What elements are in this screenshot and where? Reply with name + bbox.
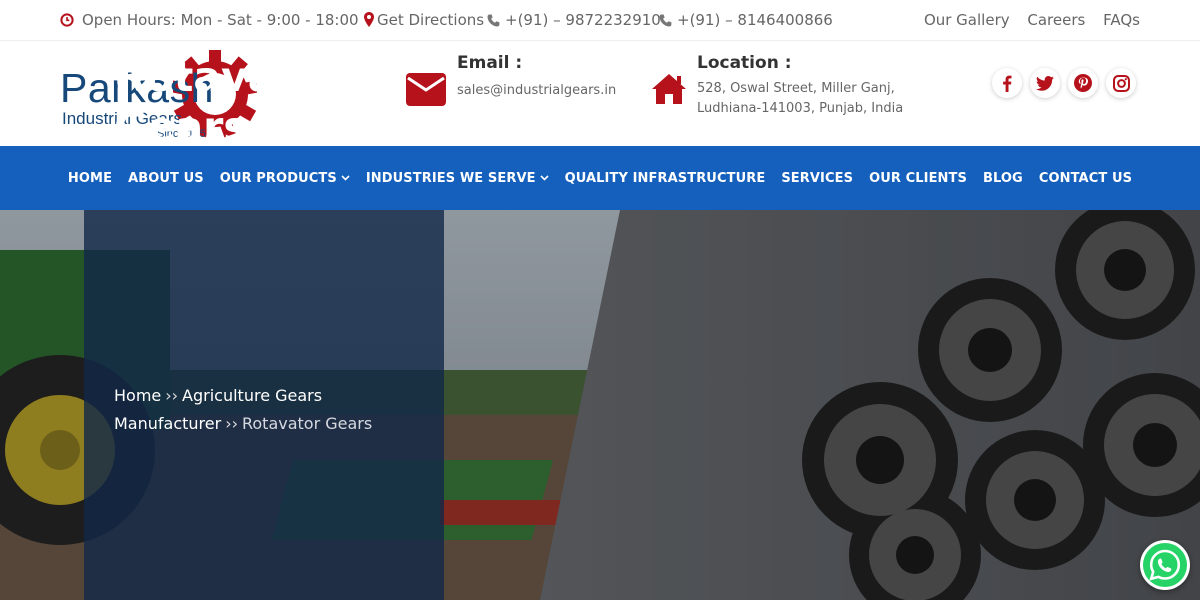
clock-icon bbox=[60, 13, 74, 31]
phone-link-2[interactable]: +(91) – 8146400866 bbox=[659, 11, 833, 31]
pinterest-icon bbox=[1074, 74, 1092, 92]
pinterest-button[interactable] bbox=[1068, 68, 1098, 98]
nav-our-products[interactable]: OUR PRODUCTS bbox=[212, 170, 358, 186]
nav-industries-we-serve[interactable]: INDUSTRIES WE SERVE bbox=[358, 170, 557, 186]
get-directions-label: Get Directions bbox=[377, 11, 485, 29]
nav-home[interactable]: HOME bbox=[60, 171, 120, 186]
address-line-1: 528, Oswal Street, Miller Ganj, bbox=[697, 81, 895, 96]
whatsapp-icon bbox=[1143, 543, 1187, 587]
nav-industries-label: INDUSTRIES WE SERVE bbox=[365, 171, 536, 186]
nav-services-label: SERVICES bbox=[781, 170, 854, 186]
breadcrumb-current: Rotavator Gears bbox=[241, 414, 373, 433]
top-links: Our Gallery Careers FAQs bbox=[911, 11, 1140, 29]
breadcrumb: Home ›› Agriculture Gears Manufacturer ›› Ro… bbox=[114, 382, 434, 438]
page-title: Rotavator Gears bbox=[114, 53, 344, 151]
careers-link[interactable]: Careers bbox=[1027, 11, 1085, 29]
twitter-button[interactable] bbox=[1030, 68, 1060, 98]
nav-our-clients-label: OUR CLIENTS bbox=[869, 170, 967, 186]
nav-our-clients[interactable]: OUR CLIENTS bbox=[861, 171, 975, 186]
nav-blog[interactable]: BLOG bbox=[975, 171, 1031, 186]
nav-quality-label: QUALITY INFRASTRUCTURE bbox=[564, 170, 766, 186]
nav-blog-label: BLOG bbox=[982, 170, 1023, 186]
gallery-link[interactable]: Our Gallery bbox=[924, 11, 1010, 29]
nav-contact-us-label: CONTACT US bbox=[1038, 170, 1133, 186]
facebook-icon bbox=[1003, 75, 1012, 92]
nav-our-products-label: OUR PRODUCTS bbox=[219, 171, 337, 186]
phone-1-text: +(91) – 9872232910 bbox=[505, 11, 661, 29]
phone-icon bbox=[487, 13, 500, 31]
phone-2-text: +(91) – 8146400866 bbox=[677, 11, 833, 29]
whatsapp-button[interactable] bbox=[1140, 540, 1190, 590]
nav-services[interactable]: SERVICES bbox=[773, 171, 861, 186]
email-title: Email : bbox=[457, 53, 523, 73]
nav-contact-us[interactable]: CONTACT US bbox=[1031, 171, 1140, 186]
get-directions-link[interactable]: Get Directions bbox=[364, 11, 484, 31]
breadcrumb-separator: ›› bbox=[225, 414, 238, 433]
instagram-button[interactable] bbox=[1106, 68, 1136, 98]
main-navigation: HOME ABOUT US OUR PRODUCTS INDUSTRIES WE… bbox=[0, 146, 1200, 210]
instagram-icon bbox=[1112, 74, 1130, 92]
location-title: Location : bbox=[697, 53, 792, 73]
chevron-down-icon bbox=[540, 170, 549, 185]
chevron-down-icon bbox=[341, 170, 350, 185]
address: 528, Oswal Street, Miller Ganj, Ludhiana… bbox=[697, 79, 903, 119]
breadcrumb-home[interactable]: Home bbox=[114, 386, 161, 405]
email-address[interactable]: sales@industrialgears.in bbox=[457, 81, 616, 101]
top-bar: Open Hours: Mon - Sat - 9:00 - 18:00 Get… bbox=[0, 0, 1200, 41]
faqs-link[interactable]: FAQs bbox=[1103, 11, 1140, 29]
nav-about-us[interactable]: ABOUT US bbox=[120, 171, 212, 186]
breadcrumb-separator: ›› bbox=[165, 386, 179, 405]
nav-home-label: HOME bbox=[67, 170, 113, 186]
home-icon bbox=[651, 73, 687, 109]
phone-icon bbox=[659, 13, 672, 31]
nav-quality-infrastructure[interactable]: QUALITY INFRASTRUCTURE bbox=[557, 171, 774, 186]
open-hours-text: Open Hours: Mon - Sat - 9:00 - 18:00 bbox=[82, 11, 359, 29]
nav-about-us-label: ABOUT US bbox=[128, 170, 204, 186]
address-line-2: Ludhiana-141003, Punjab, India bbox=[697, 101, 904, 116]
map-marker-icon bbox=[364, 12, 374, 31]
phone-link-1[interactable]: +(91) – 9872232910 bbox=[487, 11, 661, 31]
facebook-button[interactable] bbox=[992, 68, 1022, 98]
open-hours: Open Hours: Mon - Sat - 9:00 - 18:00 bbox=[60, 11, 359, 31]
twitter-icon bbox=[1036, 75, 1054, 91]
